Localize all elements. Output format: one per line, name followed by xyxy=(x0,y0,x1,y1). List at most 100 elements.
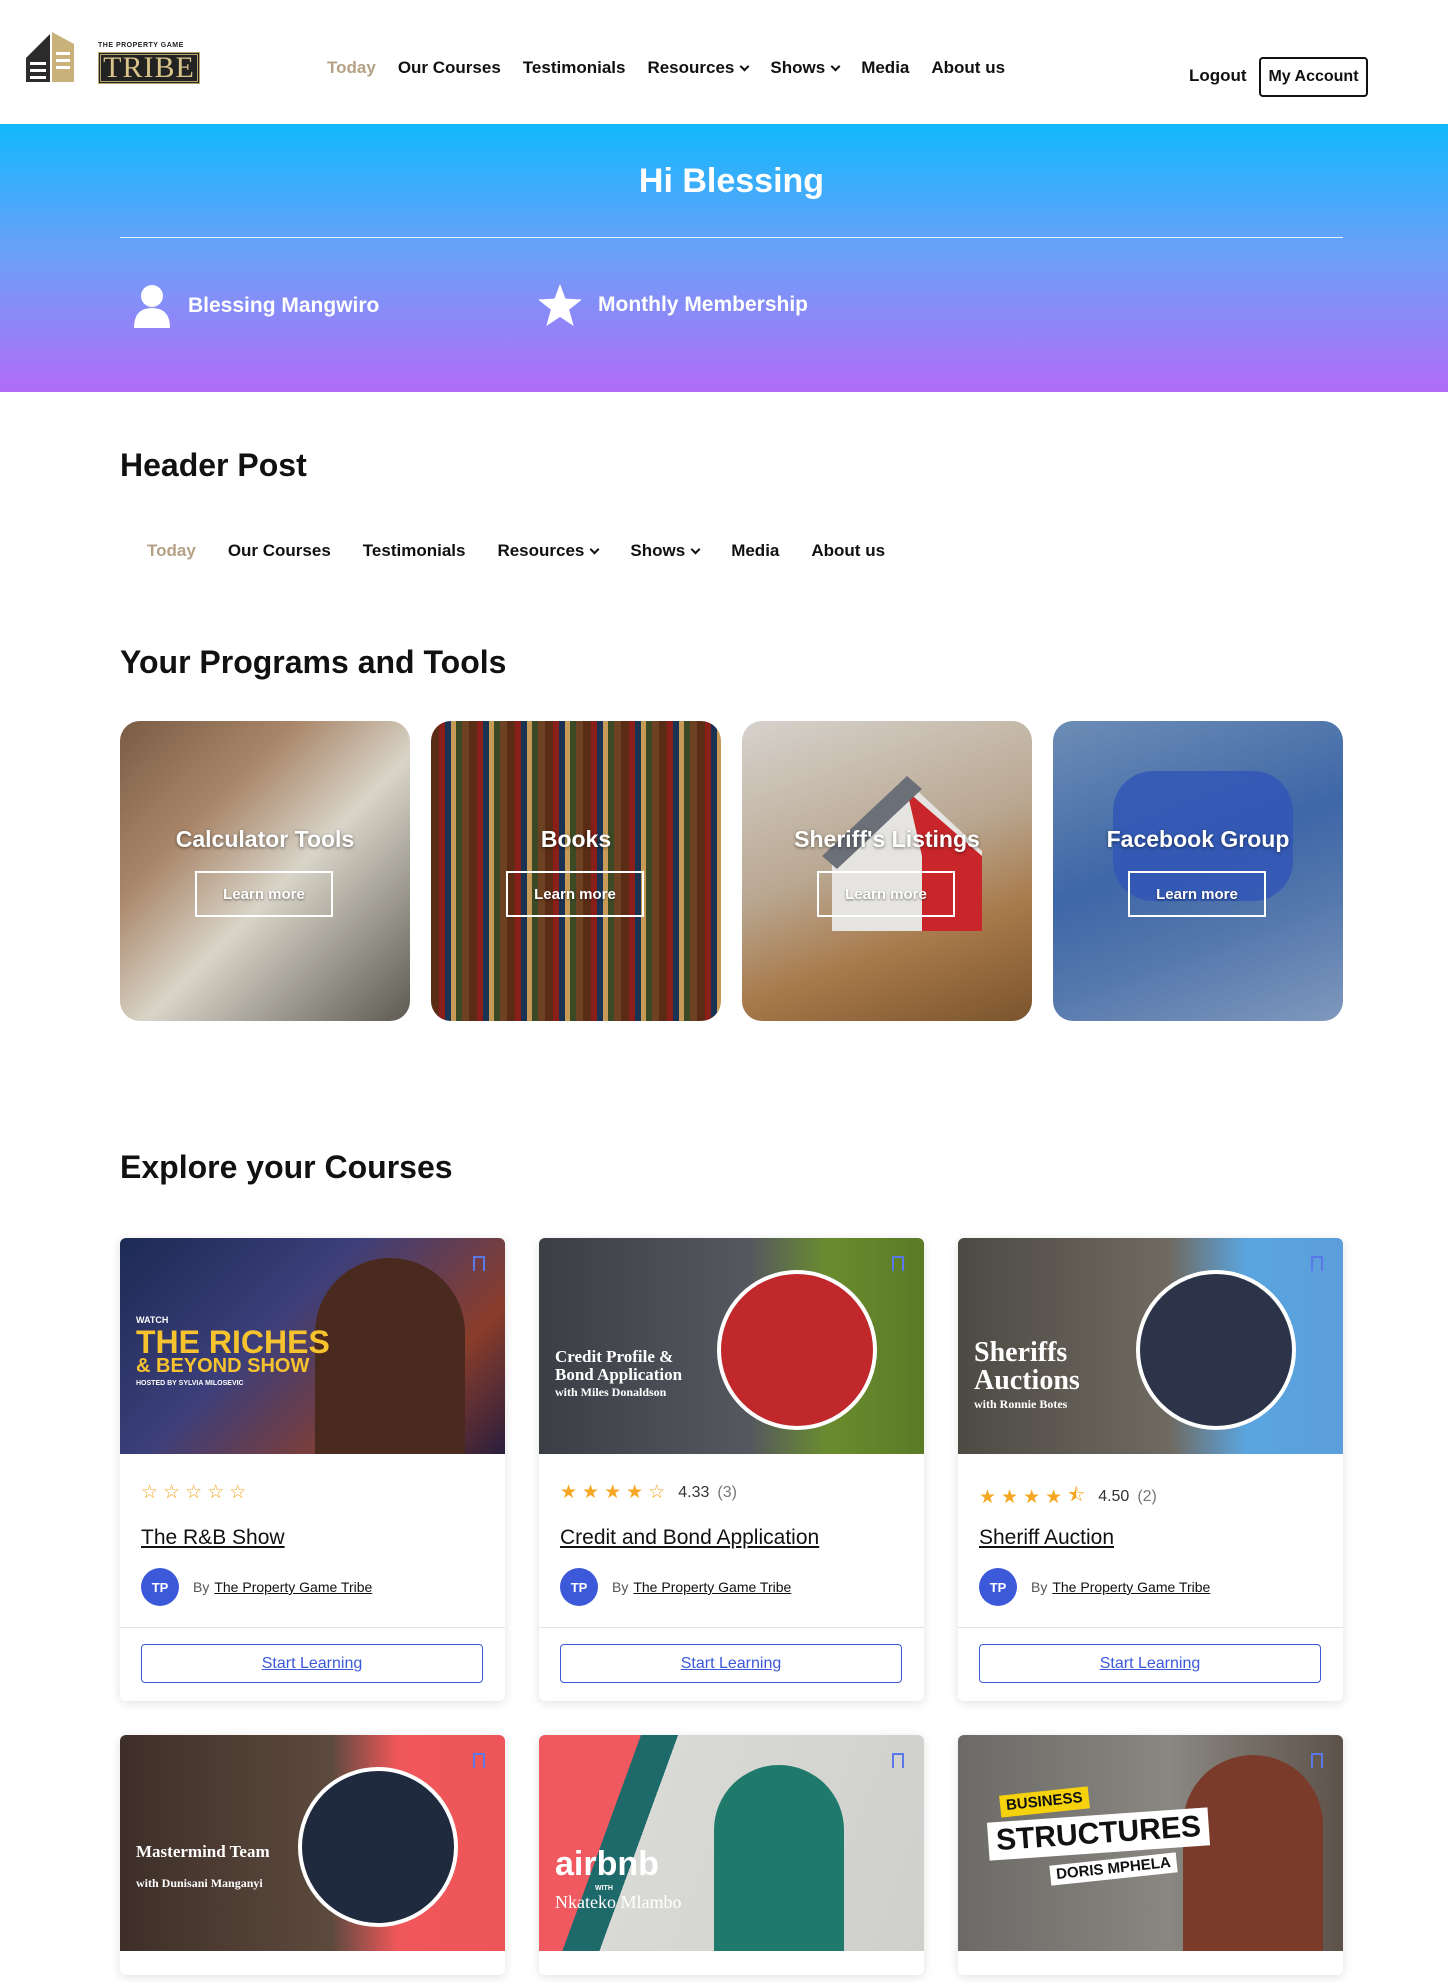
star-empty-icon: ☆ xyxy=(141,1482,159,1503)
learn-more-button[interactable]: Learn more xyxy=(195,871,333,917)
tool-tile-title: Books xyxy=(540,826,612,852)
nav-resources[interactable]: Resources xyxy=(647,58,750,78)
course-title-link[interactable]: The R&B Show xyxy=(141,1526,285,1550)
nav-resources-label: Resources xyxy=(647,58,735,77)
subnav-media[interactable]: Media xyxy=(731,541,779,561)
tool-tile-books[interactable]: Books Learn more xyxy=(431,721,721,1021)
rating-count: (3) xyxy=(717,1483,737,1501)
start-learning-button[interactable]: Start Learning xyxy=(979,1644,1321,1683)
subnav-resources[interactable]: Resources xyxy=(497,541,600,561)
tribe-logo[interactable]: THE PROPERTY GAME TRIBE xyxy=(24,28,204,90)
thumb-caption: DORIS MPHELA xyxy=(1049,1852,1178,1886)
subnav-today[interactable]: Today xyxy=(147,541,196,561)
star-full-icon: ★ xyxy=(1001,1486,1019,1508)
course-title-link[interactable]: Credit and Bond Application xyxy=(560,1526,819,1550)
course-thumbnail[interactable]: Sheriffs Auctions with Ronnie Botes xyxy=(958,1238,1343,1454)
course-card: BUSINESS STRUCTURES DORIS MPHELA xyxy=(958,1735,1343,1975)
course-title-link[interactable]: Sheriff Auction xyxy=(979,1526,1114,1550)
course-thumbnail[interactable]: Mastermind Team with Dunisani Manganyi xyxy=(120,1735,505,1951)
bookmark-icon[interactable] xyxy=(892,1256,904,1271)
start-learning-button[interactable]: Start Learning xyxy=(141,1644,483,1683)
logo-tagline: THE PROPERTY GAME xyxy=(98,42,184,49)
presenter-photo xyxy=(298,1767,458,1927)
chevron-down-icon xyxy=(830,61,841,71)
bookmark-icon[interactable] xyxy=(1311,1256,1323,1271)
host-photo xyxy=(714,1765,844,1951)
thumb-caption: Auctions xyxy=(974,1365,1080,1396)
star-icon xyxy=(538,284,582,326)
tool-tile-facebook-group[interactable]: Facebook Group Learn more xyxy=(1053,721,1343,1021)
subnav-testimonials[interactable]: Testimonials xyxy=(363,541,466,561)
start-learning-button[interactable]: Start Learning xyxy=(560,1644,902,1683)
nav-media[interactable]: Media xyxy=(861,58,909,78)
nav-testimonials[interactable]: Testimonials xyxy=(523,58,626,78)
tool-tile-calculator[interactable]: Calculator Tools Learn more xyxy=(120,721,410,1021)
author-avatar: TP xyxy=(979,1568,1017,1606)
thumb-caption: with Miles Donaldson xyxy=(555,1385,667,1399)
course-thumbnail[interactable]: WATCH THE RICHES & BEYOND SHOW HOSTED BY… xyxy=(120,1238,505,1454)
subnav-shows[interactable]: Shows xyxy=(630,541,701,561)
user-name: Blessing Mangwiro xyxy=(188,294,380,317)
nav-about-us[interactable]: About us xyxy=(931,58,1005,78)
star-empty-icon: ☆ xyxy=(648,1482,666,1503)
course-thumbnail[interactable]: airbnb WITH Nkateko Mlambo xyxy=(539,1735,924,1951)
user-icon xyxy=(134,285,170,328)
rating-stars: ★ ★ ★ ★ ⯪ 4.50 (2) xyxy=(979,1481,1157,1513)
subnav-our-courses[interactable]: Our Courses xyxy=(228,541,331,561)
tool-tile-title: Facebook Group xyxy=(1106,826,1290,852)
learn-more-button[interactable]: Learn more xyxy=(1128,871,1266,917)
greeting-heading: Hi Blessing xyxy=(638,162,825,200)
course-byline: TP By The Property Game Tribe xyxy=(979,1568,1210,1606)
author-link[interactable]: The Property Game Tribe xyxy=(214,1579,372,1595)
star-full-icon: ★ xyxy=(626,1482,644,1503)
course-byline: TP By The Property Game Tribe xyxy=(560,1568,791,1606)
by-label: By xyxy=(612,1579,629,1595)
host-photo xyxy=(1183,1755,1323,1951)
courses-title: Explore your Courses xyxy=(120,1149,453,1185)
course-thumbnail[interactable]: Credit Profile & Bond Application with M… xyxy=(539,1238,924,1454)
thumb-caption: Sheriffs xyxy=(974,1337,1068,1368)
my-account-button[interactable]: My Account xyxy=(1259,57,1368,97)
author-link[interactable]: The Property Game Tribe xyxy=(633,1579,791,1595)
author-avatar: TP xyxy=(141,1568,179,1606)
header-post-nav: Today Our Courses Testimonials Resources… xyxy=(147,541,917,561)
thumb-caption: airbnb xyxy=(555,1845,659,1883)
nav-shows[interactable]: Shows xyxy=(770,58,841,78)
nav-our-courses[interactable]: Our Courses xyxy=(398,58,501,78)
header-post-title: Header Post xyxy=(120,447,307,483)
thumb-caption: Nkateko Mlambo xyxy=(555,1892,682,1912)
star-full-icon: ★ xyxy=(560,1482,578,1503)
logo-wordmark: TRIBE xyxy=(98,52,200,84)
bookmark-icon[interactable] xyxy=(473,1753,485,1768)
star-full-icon: ★ xyxy=(582,1482,600,1503)
programs-grid: Calculator Tools Learn more Books Learn … xyxy=(120,721,1343,1021)
star-half-icon: ⯪ xyxy=(1067,1485,1086,1506)
author-link[interactable]: The Property Game Tribe xyxy=(1052,1579,1210,1595)
star-empty-icon: ☆ xyxy=(163,1482,181,1503)
learn-more-button[interactable]: Learn more xyxy=(506,871,644,917)
tool-tile-title: Calculator Tools xyxy=(175,826,355,852)
tool-tile-title: Sheriff's Listings xyxy=(794,826,980,852)
host-photo xyxy=(315,1258,465,1454)
bookmark-icon[interactable] xyxy=(892,1753,904,1768)
course-thumbnail[interactable]: BUSINESS STRUCTURES DORIS MPHELA xyxy=(958,1735,1343,1951)
bookmark-icon[interactable] xyxy=(1311,1753,1323,1768)
nav-today[interactable]: Today xyxy=(327,58,376,78)
tool-tile-sheriffs-listings[interactable]: Sheriff's Listings Learn more xyxy=(742,721,1032,1021)
subnav-shows-label: Shows xyxy=(630,541,686,560)
by-label: By xyxy=(1031,1579,1048,1595)
rating-score: 4.50 xyxy=(1098,1488,1130,1505)
hero-divider xyxy=(120,237,1343,238)
course-card: Sheriffs Auctions with Ronnie Botes ★ ★ ★ ★… xyxy=(958,1238,1343,1701)
subnav-about-us[interactable]: About us xyxy=(811,541,885,561)
bookmark-icon[interactable] xyxy=(473,1256,485,1271)
author-avatar: TP xyxy=(560,1568,598,1606)
course-card: Mastermind Team with Dunisani Manganyi xyxy=(120,1735,505,1975)
thumb-caption: Bond Application xyxy=(555,1365,683,1384)
learn-more-button[interactable]: Learn more xyxy=(817,871,955,917)
programs-title: Your Programs and Tools xyxy=(120,644,507,680)
building-logo-icon xyxy=(26,32,74,82)
subnav-resources-label: Resources xyxy=(497,541,585,560)
logout-link[interactable]: Logout xyxy=(1189,66,1247,86)
thumb-caption: BUSINESS xyxy=(999,1786,1090,1818)
